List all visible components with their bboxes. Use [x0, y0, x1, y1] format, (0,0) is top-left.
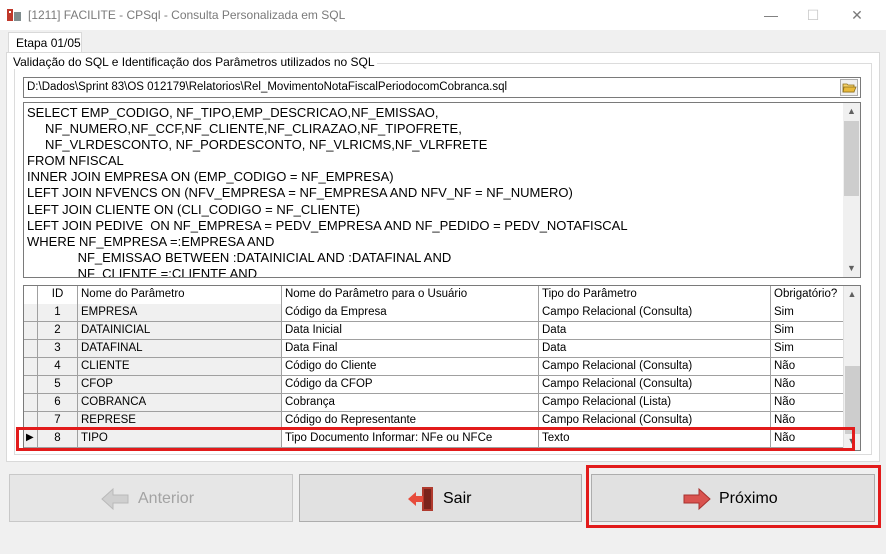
- row-param-type[interactable]: Campo Relacional (Consulta): [539, 376, 771, 394]
- row-param-name[interactable]: DATAFINAL: [78, 340, 282, 358]
- row-param-name[interactable]: CFOP: [78, 376, 282, 394]
- table-row[interactable]: 2 DATAINICIAL Data Inicial Data Sim: [24, 322, 844, 340]
- exit-label: Sair: [443, 490, 472, 507]
- row-user-name[interactable]: Data Inicial: [282, 322, 539, 340]
- row-param-name[interactable]: TIPO: [78, 430, 282, 448]
- row-id[interactable]: 2: [38, 322, 78, 340]
- row-id[interactable]: 7: [38, 412, 78, 430]
- row-param-type[interactable]: Texto: [539, 430, 771, 448]
- row-user-name[interactable]: Código do Cliente: [282, 358, 539, 376]
- tab-etapa[interactable]: Etapa 01/05: [8, 32, 82, 53]
- row-indicator[interactable]: [24, 358, 38, 376]
- row-required[interactable]: Não: [771, 376, 844, 394]
- row-param-name[interactable]: COBRANCA: [78, 394, 282, 412]
- row-param-name[interactable]: DATAINICIAL: [78, 322, 282, 340]
- table-row[interactable]: 5 CFOP Código da CFOP Campo Relacional (Con…: [24, 376, 844, 394]
- scroll-down-icon[interactable]: ▼: [843, 260, 860, 277]
- row-param-type[interactable]: Campo Relacional (Lista): [539, 394, 771, 412]
- row-indicator[interactable]: [24, 304, 38, 322]
- header-param-type[interactable]: Tipo do Parâmetro: [539, 286, 771, 304]
- row-required[interactable]: Sim: [771, 322, 844, 340]
- row-id[interactable]: 4: [38, 358, 78, 376]
- scroll-thumb[interactable]: [844, 121, 859, 196]
- maximize-button[interactable]: ☐: [790, 0, 836, 30]
- arrow-right-icon: [683, 487, 711, 511]
- folder-open-icon[interactable]: [840, 79, 858, 96]
- row-id[interactable]: 1: [38, 304, 78, 322]
- row-param-name[interactable]: CLIENTE: [78, 358, 282, 376]
- sql-text: SELECT EMP_CODIGO, NF_TIPO,EMP_DESCRICAO…: [27, 105, 628, 277]
- scroll-up-icon[interactable]: ▲: [843, 103, 860, 120]
- table-row[interactable]: ▶ 8 TIPO Tipo Documento Informar: NFe ou NF…: [24, 430, 844, 448]
- row-required[interactable]: Não: [771, 430, 844, 448]
- row-id[interactable]: 3: [38, 340, 78, 358]
- minimize-button[interactable]: —: [748, 0, 794, 30]
- table-row[interactable]: 3 DATAFINAL Data Final Data Sim: [24, 340, 844, 358]
- window-title: [1211] FACILITE - CPSql - Consulta Perso…: [28, 8, 346, 22]
- row-indicator[interactable]: [24, 322, 38, 340]
- header-required[interactable]: Obrigatório?: [771, 286, 844, 304]
- next-label: Próximo: [719, 490, 778, 507]
- row-user-name[interactable]: Cobrança: [282, 394, 539, 412]
- row-param-type[interactable]: Campo Relacional (Consulta): [539, 358, 771, 376]
- row-user-name[interactable]: Código da Empresa: [282, 304, 539, 322]
- row-required[interactable]: Sim: [771, 304, 844, 322]
- table-row[interactable]: 4 CLIENTE Código do Cliente Campo Relaciona…: [24, 358, 844, 376]
- row-indicator[interactable]: [24, 394, 38, 412]
- sql-scrollbar[interactable]: ▲ ▼: [843, 103, 860, 277]
- previous-button[interactable]: Anterior: [9, 474, 293, 522]
- header-param-name[interactable]: Nome do Parâmetro: [78, 286, 282, 304]
- sql-editor[interactable]: SELECT EMP_CODIGO, NF_TIPO,EMP_DESCRICAO…: [23, 102, 861, 278]
- next-button[interactable]: Próximo: [591, 474, 875, 522]
- title-bar: [1211] FACILITE - CPSql - Consulta Perso…: [0, 0, 886, 30]
- row-param-type[interactable]: Campo Relacional (Consulta): [539, 412, 771, 430]
- table-row[interactable]: 6 COBRANCA Cobrança Campo Relacional (Lista…: [24, 394, 844, 412]
- row-param-name[interactable]: REPRESE: [78, 412, 282, 430]
- grid-header: ID Nome do Parâmetro Nome do Parâmetro p…: [24, 286, 844, 304]
- row-param-type[interactable]: Data: [539, 322, 771, 340]
- row-id[interactable]: 6: [38, 394, 78, 412]
- row-required[interactable]: Não: [771, 358, 844, 376]
- header-id[interactable]: ID: [38, 286, 78, 304]
- row-user-name[interactable]: Tipo Documento Informar: NFe ou NFCe: [282, 430, 539, 448]
- row-indicator[interactable]: [24, 412, 38, 430]
- previous-label: Anterior: [138, 490, 195, 507]
- table-row[interactable]: 1 EMPRESA Código da Empresa Campo Relaciona…: [24, 304, 844, 322]
- row-indicator[interactable]: [24, 340, 38, 358]
- row-required[interactable]: Não: [771, 394, 844, 412]
- row-required[interactable]: Sim: [771, 340, 844, 358]
- row-id[interactable]: 8: [38, 430, 78, 448]
- grid-scroll-up-icon[interactable]: ▲: [844, 286, 860, 303]
- parameters-grid[interactable]: ID Nome do Parâmetro Nome do Parâmetro p…: [23, 285, 861, 451]
- row-user-name[interactable]: Data Final: [282, 340, 539, 358]
- grid-scroll-thumb[interactable]: [845, 366, 860, 434]
- row-user-name[interactable]: Código da CFOP: [282, 376, 539, 394]
- row-required[interactable]: Não: [771, 412, 844, 430]
- row-indicator[interactable]: [24, 376, 38, 394]
- app-icon: [7, 9, 21, 21]
- exit-button[interactable]: Sair: [299, 474, 582, 522]
- sql-path-field[interactable]: D:\Dados\Sprint 83\OS 012179\Relatorios\…: [23, 77, 861, 98]
- close-button[interactable]: ✕: [834, 0, 880, 30]
- row-param-type[interactable]: Campo Relacional (Consulta): [539, 304, 771, 322]
- row-param-type[interactable]: Data: [539, 340, 771, 358]
- grid-scrollbar[interactable]: ▲ ▼: [843, 286, 860, 450]
- row-param-name[interactable]: EMPRESA: [78, 304, 282, 322]
- sql-path-value: D:\Dados\Sprint 83\OS 012179\Relatorios\…: [27, 81, 508, 93]
- exit-door-icon: [408, 487, 433, 511]
- header-user-name[interactable]: Nome do Parâmetro para o Usuário: [282, 286, 539, 304]
- grid-scroll-down-icon[interactable]: ▼: [844, 433, 860, 450]
- arrow-left-icon: [101, 487, 129, 511]
- row-user-name[interactable]: Código do Representante: [282, 412, 539, 430]
- group-label: Validação do SQL e Identificação dos Par…: [11, 55, 377, 69]
- row-indicator[interactable]: ▶: [24, 430, 38, 448]
- table-row[interactable]: 7 REPRESE Código do Representante Campo Rel…: [24, 412, 844, 430]
- row-id[interactable]: 5: [38, 376, 78, 394]
